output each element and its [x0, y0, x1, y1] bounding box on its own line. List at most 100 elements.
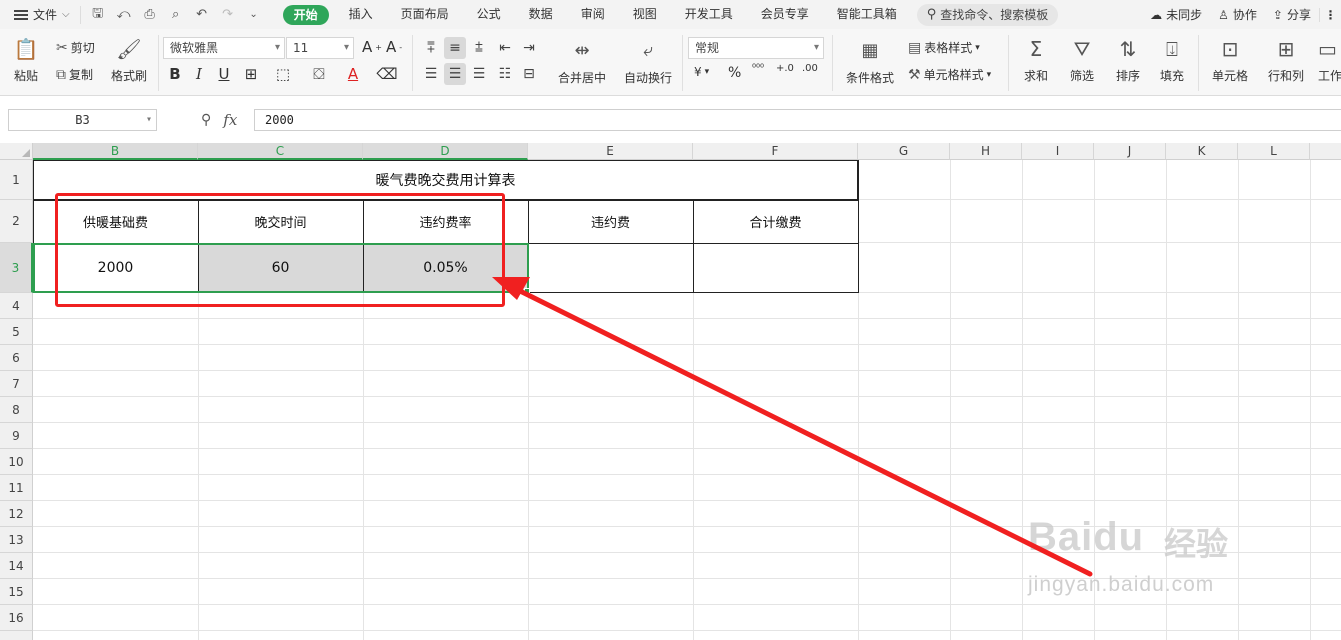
- redo-icon[interactable]: ↷: [217, 7, 239, 22]
- row-header-13[interactable]: 13: [0, 527, 33, 553]
- tab-developer[interactable]: 开发工具: [671, 0, 747, 29]
- tab-member[interactable]: 会员专享: [747, 0, 823, 29]
- spreadsheet-grid[interactable]: B C D E F G H I J K L 1 2 3 4 5 6 7 8 9 …: [0, 143, 1341, 640]
- justify-icon[interactable]: ☷: [494, 63, 516, 85]
- select-all-corner[interactable]: [0, 143, 33, 160]
- tab-insert[interactable]: 插入: [335, 0, 387, 29]
- tab-formulas[interactable]: 公式: [463, 0, 515, 29]
- column-header-H[interactable]: H: [950, 143, 1022, 160]
- increase-decimal-icon[interactable]: +.0: [776, 63, 794, 74]
- column-header-I[interactable]: I: [1022, 143, 1094, 160]
- column-header-L[interactable]: L: [1238, 143, 1310, 160]
- function-icon[interactable]: fx: [223, 111, 237, 129]
- cell-E2[interactable]: 违约费: [528, 200, 693, 243]
- formula-input[interactable]: 2000: [254, 109, 1341, 131]
- zoom-icon[interactable]: ⚲: [201, 112, 211, 128]
- distributed-icon[interactable]: ⊟: [518, 63, 540, 85]
- cell-D3[interactable]: 0.05%: [363, 243, 528, 293]
- sort-button[interactable]: ⇅ 排序: [1108, 35, 1148, 84]
- thousands-separator-icon[interactable]: ⁰⁰⁰: [752, 63, 764, 74]
- copy-button[interactable]: ⧉ 复制: [56, 66, 93, 83]
- column-header-B[interactable]: B: [33, 143, 198, 160]
- font-size-select[interactable]: 11: [286, 37, 354, 59]
- decrease-font-icon[interactable]: A-: [386, 38, 402, 56]
- cell-button[interactable]: ⊡ 单元格: [1206, 35, 1254, 84]
- print-preview-icon[interactable]: ⌕: [165, 7, 187, 22]
- align-left-icon[interactable]: ☰: [420, 63, 442, 85]
- cell-fill-icon[interactable]: ⬚: [272, 63, 294, 85]
- worksheet-button[interactable]: ▭ 工作: [1318, 35, 1341, 84]
- column-header-G[interactable]: G: [858, 143, 950, 160]
- underline-icon[interactable]: U: [213, 63, 235, 85]
- row-col-button[interactable]: ⊞ 行和列: [1262, 35, 1310, 84]
- sum-button[interactable]: Σ 求和: [1018, 35, 1054, 84]
- cell-F3[interactable]: [693, 243, 858, 293]
- clear-format-icon[interactable]: ⌫: [376, 63, 398, 85]
- row-header-16[interactable]: 16: [0, 605, 33, 631]
- font-name-select[interactable]: 微软雅黑: [163, 37, 285, 59]
- collaborate-button[interactable]: ♙ 协作: [1210, 6, 1265, 23]
- fill-color-icon[interactable]: ⛋: [308, 63, 330, 85]
- cell-E3[interactable]: [528, 243, 693, 293]
- sync-status[interactable]: ☁ 未同步: [1142, 6, 1210, 23]
- row-header-7[interactable]: 7: [0, 371, 33, 397]
- cell-B1-merged-title[interactable]: 暖气费晚交费用计算表: [33, 160, 858, 200]
- cell-B3[interactable]: 2000: [33, 243, 198, 293]
- number-format-select[interactable]: 常规: [688, 37, 824, 59]
- border-icon[interactable]: ⊞: [240, 63, 262, 85]
- column-header-E[interactable]: E: [528, 143, 693, 160]
- column-header-K[interactable]: K: [1166, 143, 1238, 160]
- align-right-icon[interactable]: ☰: [468, 63, 490, 85]
- undo-icon[interactable]: ↶: [191, 7, 213, 22]
- more-icon[interactable]: ⋮: [1319, 7, 1341, 22]
- row-header-12[interactable]: 12: [0, 501, 33, 527]
- row-header-9[interactable]: 9: [0, 423, 33, 449]
- align-center-icon[interactable]: ☰: [444, 63, 466, 85]
- row-header-4[interactable]: 4: [0, 293, 33, 319]
- row-header-6[interactable]: 6: [0, 345, 33, 371]
- fill-button[interactable]: ⍗ 填充: [1152, 35, 1192, 84]
- column-header-D[interactable]: D: [363, 143, 528, 160]
- row-header-8[interactable]: 8: [0, 397, 33, 423]
- fill-handle[interactable]: [524, 288, 530, 294]
- cell-D2[interactable]: 违约费率: [363, 200, 528, 243]
- row-header-14[interactable]: 14: [0, 553, 33, 579]
- tab-review[interactable]: 审阅: [567, 0, 619, 29]
- cell-style-button[interactable]: ⚒ 单元格样式 ▾: [908, 66, 991, 83]
- merge-center-button[interactable]: ⇹ 合并居中: [552, 37, 612, 86]
- conditional-format-button[interactable]: ▦ 条件格式: [840, 37, 900, 86]
- decrease-indent-icon[interactable]: ⇤: [494, 37, 516, 59]
- column-header-J[interactable]: J: [1094, 143, 1166, 160]
- tab-view[interactable]: 视图: [619, 0, 671, 29]
- row-header-5[interactable]: 5: [0, 319, 33, 345]
- row-header-10[interactable]: 10: [0, 449, 33, 475]
- cell-C3[interactable]: 60: [198, 243, 363, 293]
- row-header-11[interactable]: 11: [0, 475, 33, 501]
- tab-home[interactable]: 开始: [282, 4, 329, 25]
- cut-button[interactable]: ✂ 剪切: [56, 39, 95, 56]
- command-search[interactable]: ⚲ 查找命令、搜索模板: [916, 3, 1059, 26]
- file-menu[interactable]: 文件 ⌵: [0, 0, 80, 29]
- bold-icon[interactable]: B: [164, 63, 186, 85]
- increase-indent-icon[interactable]: ⇥: [518, 37, 540, 59]
- wrap-text-button[interactable]: ⤶ 自动换行: [622, 37, 674, 86]
- save-icon[interactable]: 🖫: [87, 4, 109, 26]
- currency-icon[interactable]: ¥ ▾: [694, 65, 709, 79]
- format-painter-button[interactable]: 🖌 格式刷: [108, 35, 150, 84]
- share-button[interactable]: ⇪ 分享: [1265, 6, 1319, 23]
- align-top-icon[interactable]: ⩱: [420, 37, 442, 59]
- column-header-C[interactable]: C: [198, 143, 363, 160]
- tab-smart-tools[interactable]: 智能工具箱: [823, 0, 911, 29]
- column-header-F[interactable]: F: [693, 143, 858, 160]
- row-header-1[interactable]: 1: [0, 160, 33, 200]
- export-icon[interactable]: ⤺: [113, 7, 135, 22]
- row-header-15[interactable]: 15: [0, 579, 33, 605]
- italic-icon[interactable]: I: [188, 63, 210, 85]
- customize-toolbar-icon[interactable]: ⌄: [243, 9, 265, 20]
- row-header-2[interactable]: 2: [0, 200, 33, 243]
- row-header-17[interactable]: [0, 631, 33, 640]
- name-box[interactable]: B3 ▾: [8, 109, 157, 131]
- align-middle-icon[interactable]: ≡: [444, 37, 466, 59]
- font-color-icon[interactable]: A: [342, 63, 364, 85]
- tab-page-layout[interactable]: 页面布局: [387, 0, 463, 29]
